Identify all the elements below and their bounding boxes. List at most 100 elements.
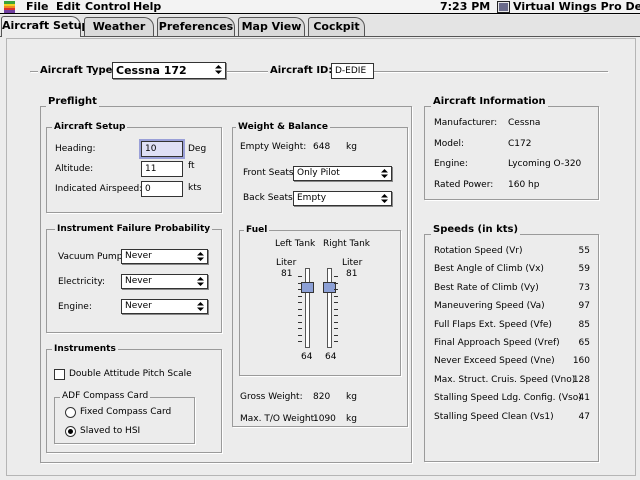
menu-file[interactable]: File [26, 0, 49, 14]
left-tank-slider-track[interactable] [305, 268, 310, 348]
aircraft-id-value: D-EDIE [335, 66, 367, 76]
double-pitch-checkbox[interactable] [54, 369, 65, 380]
left-tank-value: 64 [301, 352, 313, 362]
menu-help[interactable]: Help [133, 0, 161, 14]
fuel-tick [334, 328, 338, 329]
altitude-unit: ft [188, 161, 195, 171]
menu-app-name[interactable]: Virtual Wings Pro Demo [513, 0, 640, 14]
electricity-value: Never [125, 276, 152, 286]
fixed-compass-radio[interactable] [65, 407, 76, 418]
right-tank-unit: Liter [342, 258, 363, 268]
info-row-label: Manufacturer: [434, 118, 498, 128]
menu-clock[interactable]: 7:23 PM [440, 0, 490, 14]
fuel-tick [334, 295, 338, 297]
fuel-tick [334, 341, 338, 342]
airspeed-value: 0 [145, 184, 151, 194]
speed-row-label: Never Exceed Speed (Vne) [434, 356, 555, 367]
electricity-label: Electricity: [58, 277, 106, 287]
tab-weather[interactable]: Weather [84, 17, 154, 36]
right-tank-value: 64 [325, 352, 337, 362]
info-row-value: 160 hp [508, 180, 540, 190]
apple-icon[interactable] [4, 1, 15, 13]
fuel-tick [334, 282, 338, 284]
menu-bar: File Edit Control Help 7:23 PM Virtual W… [0, 0, 640, 14]
weight-balance-title: Weight & Balance [236, 121, 330, 133]
speed-row-label: Best Rate of Climb (Vy) [434, 282, 539, 293]
speed-row-value: 128 [572, 374, 590, 385]
max-takeoff-weight-unit: kg [346, 414, 357, 424]
fuel-tick [298, 315, 302, 316]
speed-row-label: Maneuvering Speed (Va) [434, 301, 545, 312]
back-seats-label: Back Seats: [243, 193, 296, 203]
info-row-label: Model: [434, 139, 465, 149]
max-takeoff-weight-label: Max. T/O Weight: [240, 414, 318, 424]
fuel-tick [298, 308, 302, 310]
fixed-compass-label: Fixed Compass Card [80, 407, 172, 417]
vacuum-pump-value: Never [125, 251, 152, 261]
vacuum-pump-select[interactable]: Never [121, 249, 208, 264]
electricity-select[interactable]: Never [121, 274, 208, 289]
left-tank-label: Left Tank [275, 239, 316, 249]
speed-row-value: 55 [578, 246, 590, 256]
tab-aircraft-setup[interactable]: Aircraft Setup [1, 16, 89, 37]
adf-title: ADF Compass Card [60, 391, 151, 402]
right-tank-slider-thumb[interactable] [323, 282, 336, 294]
fuel-tick [298, 321, 302, 323]
app-icon[interactable] [497, 1, 510, 13]
fuel-tick [334, 334, 338, 336]
tab-cockpit[interactable]: Cockpit [308, 17, 365, 36]
info-row-value: Lycoming O-320 [508, 159, 582, 169]
fuel-tick [334, 289, 338, 290]
fuel-tick [298, 289, 302, 290]
aircraft-id-label: Aircraft ID: [268, 65, 335, 77]
speed-row-value: 59 [578, 264, 590, 275]
fuel-tick [334, 308, 338, 310]
right-tank-slider-track[interactable] [327, 268, 332, 348]
empty-weight-label: Empty Weight: [240, 142, 307, 152]
info-row-label: Rated Power: [434, 180, 494, 190]
popup-arrows-icon [197, 302, 204, 311]
airspeed-field[interactable]: 0 [141, 181, 183, 197]
heading-field[interactable]: 10 [139, 139, 185, 159]
failure-title: Instrument Failure Probability [55, 223, 213, 235]
aircraft-type-label: Aircraft Type: [38, 65, 119, 77]
tab-preferences[interactable]: Preferences [157, 17, 235, 36]
speed-row-value: 73 [578, 282, 590, 293]
speed-row-value: 97 [578, 301, 590, 312]
aircraft-id-field[interactable]: D-EDIE [331, 63, 374, 79]
aircraft-info-title: Aircraft Information [431, 96, 548, 108]
aircraft-type-select[interactable]: Cessna 172 [112, 62, 226, 79]
airspeed-label: Indicated Airspeed: [55, 184, 143, 194]
tab-map-view[interactable]: Map View [238, 17, 305, 36]
double-pitch-label: Double Attitude Pitch Scale [69, 369, 192, 379]
speed-row-label: Max. Struct. Cruis. Speed (Vno) [434, 374, 576, 385]
info-row-label: Engine: [434, 159, 468, 169]
menu-control[interactable]: Control [85, 0, 130, 14]
speed-row-label: Best Angle of Climb (Vx) [434, 264, 544, 275]
popup-arrows-icon [215, 65, 222, 74]
instruments-title: Instruments [52, 343, 118, 355]
slaved-hsi-radio[interactable] [65, 426, 76, 437]
airspeed-unit: kts [188, 183, 202, 193]
left-tank-unit: Liter [276, 258, 297, 268]
altitude-field[interactable]: 11 [141, 161, 183, 177]
aircraft-setup-title: Aircraft Setup [52, 121, 128, 133]
engine-failure-select[interactable]: Never [121, 299, 208, 314]
heading-label: Heading: [55, 144, 96, 154]
aircraft-type-value: Cessna 172 [116, 64, 187, 77]
empty-weight-value: 648 [313, 142, 331, 152]
fuel-group [239, 230, 401, 376]
max-takeoff-weight-value: 1090 [313, 414, 336, 424]
fuel-tick [298, 334, 302, 336]
speed-row-value: 160 [572, 356, 590, 367]
left-tank-slider-thumb[interactable] [301, 282, 314, 294]
speed-row-label: Final Approach Speed (Vref) [434, 338, 560, 348]
back-seats-select[interactable]: Empty [293, 191, 392, 206]
tab-strip: Aircraft Setup Weather Preferences Map V… [0, 15, 640, 37]
menu-edit[interactable]: Edit [56, 0, 80, 14]
back-seats-value: Empty [297, 193, 327, 203]
gross-weight-label: Gross Weight: [240, 392, 303, 402]
fuel-tick [298, 282, 302, 284]
fuel-tick [298, 295, 302, 297]
front-seats-select[interactable]: Only Pilot [293, 166, 392, 181]
